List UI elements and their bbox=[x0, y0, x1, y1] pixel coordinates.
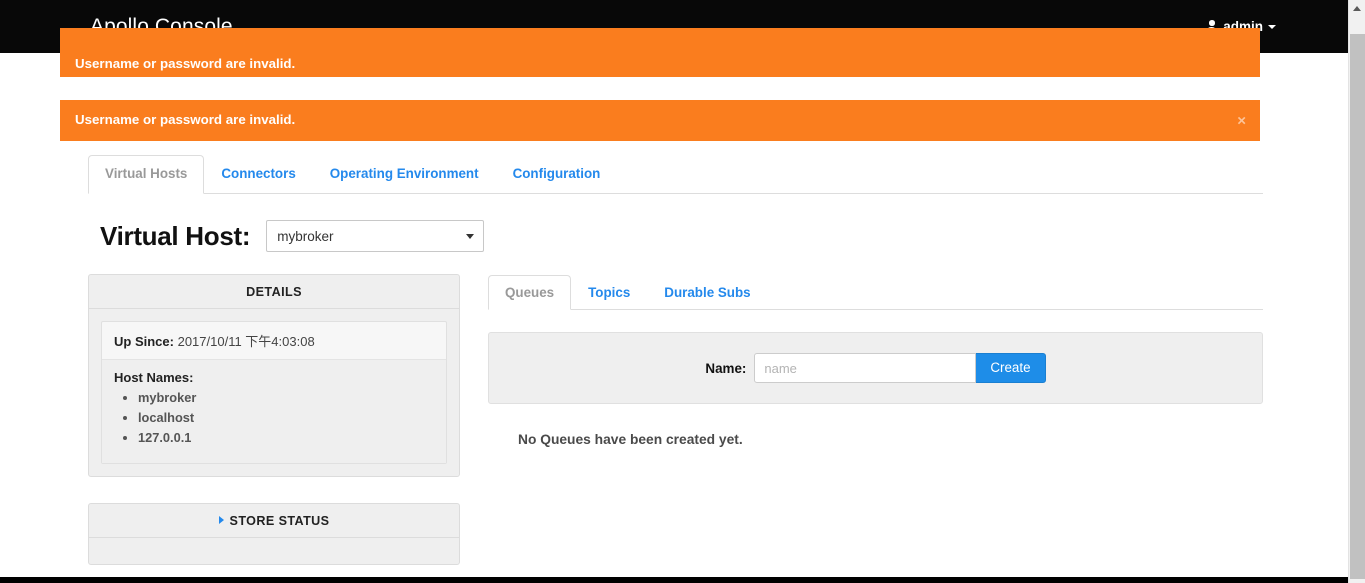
host-names-row: Host Names: mybroker localhost 127.0.0.1 bbox=[102, 360, 446, 463]
virtual-host-select[interactable]: mybroker bbox=[266, 220, 485, 252]
tab-queues-link[interactable]: Queues bbox=[488, 275, 572, 310]
store-status-panel-heading[interactable]: STORE STATUS bbox=[89, 504, 459, 538]
alert-message: Username or password are invalid. bbox=[75, 56, 296, 71]
app-root: Apollo Console admin Username or passwor… bbox=[0, 0, 1365, 583]
store-status-panel[interactable]: STORE STATUS bbox=[88, 502, 460, 565]
tab-configuration-link[interactable]: Configuration bbox=[496, 155, 618, 194]
scrollbar-thumb[interactable] bbox=[1350, 34, 1365, 579]
content-columns: DETAILS Up Since: 2017/10/11 下午4:03:08 H… bbox=[88, 274, 1263, 583]
tab-connectors[interactable]: Connectors bbox=[204, 155, 312, 194]
tab-configuration[interactable]: Configuration bbox=[496, 155, 618, 194]
name-label: Name: bbox=[705, 360, 747, 376]
close-icon[interactable]: × bbox=[1237, 113, 1246, 128]
tab-operating-environment-link[interactable]: Operating Environment bbox=[313, 155, 496, 194]
details-panel-body: Up Since: 2017/10/11 下午4:03:08 Host Name… bbox=[89, 309, 459, 476]
page-title: Virtual Host: bbox=[100, 221, 251, 251]
tab-queues[interactable]: Queues bbox=[488, 275, 572, 310]
details-panel-heading: DETAILS bbox=[89, 275, 459, 309]
up-since-value: 2017/10/11 下午4:03:08 bbox=[177, 334, 315, 349]
details-box: Up Since: 2017/10/11 下午4:03:08 Host Name… bbox=[101, 321, 447, 464]
tab-connectors-link[interactable]: Connectors bbox=[204, 155, 312, 194]
alert-banner: Username or password are invalid. × bbox=[60, 100, 1260, 141]
virtual-host-selector-row: Virtual Host: mybroker bbox=[88, 216, 1263, 256]
bottom-bar bbox=[0, 577, 1348, 583]
tab-topics[interactable]: Topics bbox=[571, 275, 647, 310]
name-input[interactable] bbox=[754, 353, 977, 383]
list-item: localhost bbox=[138, 408, 434, 428]
triangle-up-icon[interactable] bbox=[1353, 6, 1361, 11]
destination-tab-bar: Queues Topics Durable Subs bbox=[488, 274, 1263, 310]
chevron-down-icon bbox=[1268, 24, 1276, 29]
chevron-down-icon bbox=[466, 234, 475, 239]
main-container: Virtual Hosts Connectors Operating Envir… bbox=[88, 155, 1263, 583]
store-status-panel-body bbox=[89, 538, 459, 564]
host-names-list: mybroker localhost 127.0.0.1 bbox=[114, 388, 434, 449]
triangle-right-icon bbox=[218, 515, 224, 524]
tab-operating-environment[interactable]: Operating Environment bbox=[313, 155, 496, 194]
virtual-host-select-value: mybroker bbox=[277, 228, 334, 244]
tab-topics-link[interactable]: Topics bbox=[571, 275, 647, 310]
details-panel: DETAILS Up Since: 2017/10/11 下午4:03:08 H… bbox=[88, 274, 460, 477]
tab-virtual-hosts[interactable]: Virtual Hosts bbox=[88, 155, 205, 194]
create-button[interactable]: Create bbox=[976, 353, 1046, 383]
store-status-label: STORE STATUS bbox=[229, 513, 330, 528]
tab-durable-subs[interactable]: Durable Subs bbox=[647, 275, 767, 310]
alert-message: Username or password are invalid. bbox=[75, 112, 296, 128]
list-item: 127.0.0.1 bbox=[138, 428, 434, 448]
alert-banner: Username or password are invalid. × bbox=[60, 28, 1260, 105]
vertical-scrollbar[interactable] bbox=[1348, 0, 1365, 583]
create-queue-form: Name: Create bbox=[488, 332, 1263, 404]
up-since-row: Up Since: 2017/10/11 下午4:03:08 bbox=[102, 322, 446, 360]
tab-virtual-hosts-link[interactable]: Virtual Hosts bbox=[88, 155, 205, 194]
left-column: DETAILS Up Since: 2017/10/11 下午4:03:08 H… bbox=[88, 274, 460, 583]
tab-durable-subs-link[interactable]: Durable Subs bbox=[647, 275, 767, 310]
right-column: Queues Topics Durable Subs Name: Create … bbox=[488, 274, 1263, 447]
host-names-label: Host Names: bbox=[114, 370, 194, 385]
empty-state-message: No Queues have been created yet. bbox=[518, 432, 743, 447]
up-since-label: Up Since: bbox=[114, 334, 174, 349]
main-tab-bar: Virtual Hosts Connectors Operating Envir… bbox=[88, 155, 1263, 194]
list-item: mybroker bbox=[138, 388, 434, 408]
